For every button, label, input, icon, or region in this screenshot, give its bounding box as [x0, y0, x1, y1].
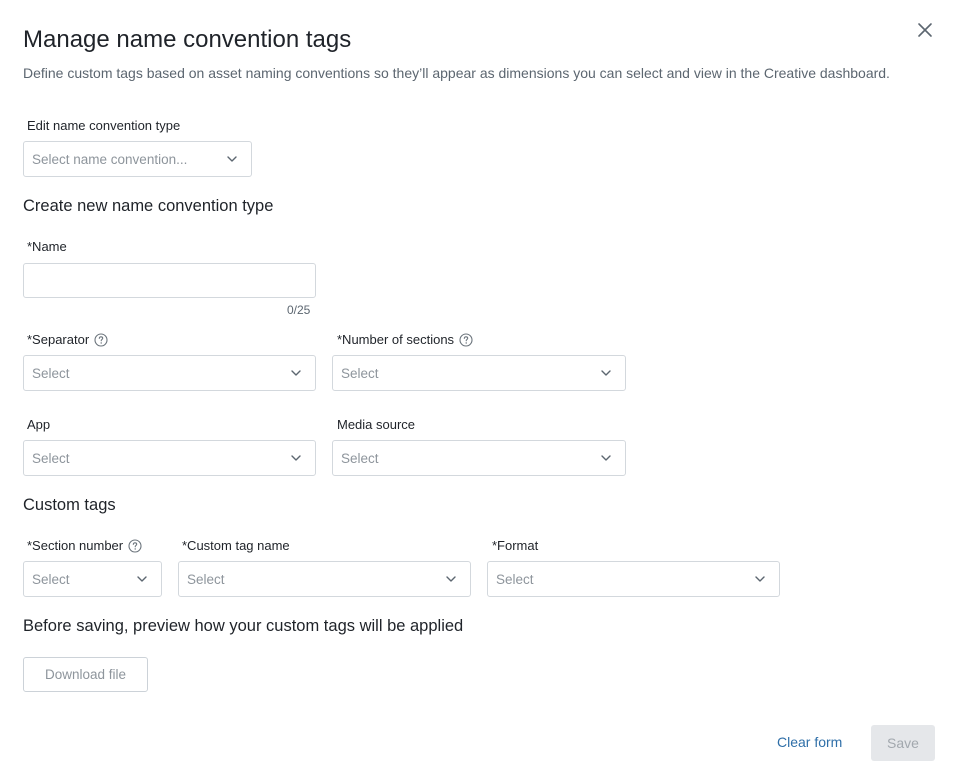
- edit-type-placeholder: Select name convention...: [32, 151, 188, 167]
- chevron-down-icon: [600, 367, 612, 379]
- format-label: *Format: [492, 538, 539, 553]
- preview-title: Before saving, preview how your custom t…: [23, 617, 464, 635]
- create-section-title: Create new name convention type: [23, 197, 274, 215]
- chevron-down-icon: [445, 573, 457, 585]
- app-value: Select: [32, 450, 70, 466]
- tag-name-label: *Custom tag name: [182, 538, 290, 553]
- section-number-select[interactable]: Select: [23, 561, 162, 597]
- name-label: *Name: [27, 239, 67, 254]
- sections-select[interactable]: Select: [332, 355, 626, 391]
- format-value: Select: [496, 571, 534, 587]
- help-icon[interactable]: [94, 332, 108, 347]
- media-source-label: Media source: [337, 417, 416, 432]
- app-label: App: [27, 417, 51, 432]
- separator-label-row: *Separator: [27, 332, 108, 347]
- sections-value: Select: [341, 365, 379, 381]
- chevron-down-icon: [290, 367, 302, 379]
- edit-type-label: Edit name convention type: [27, 118, 181, 133]
- dialog-title: Manage name convention tags: [23, 26, 352, 53]
- dialog-description: Define custom tags based on asset naming…: [23, 65, 890, 81]
- custom-tags-title: Custom tags: [23, 496, 116, 514]
- tag-name-value: Select: [187, 571, 225, 587]
- help-icon[interactable]: [128, 538, 142, 553]
- chevron-down-icon: [136, 573, 148, 585]
- format-select[interactable]: Select: [487, 561, 780, 597]
- close-button[interactable]: [914, 19, 936, 41]
- separator-value: Select: [32, 365, 70, 381]
- section-number-label-row: *Section number: [27, 538, 142, 553]
- separator-select[interactable]: Select: [23, 355, 316, 391]
- clear-form-link[interactable]: Clear form: [777, 734, 842, 750]
- sections-label: *Number of sections: [337, 332, 455, 347]
- media-source-value: Select: [341, 450, 379, 466]
- section-number-value: Select: [32, 571, 70, 587]
- name-input[interactable]: [23, 263, 316, 298]
- help-icon[interactable]: [459, 332, 473, 347]
- name-char-counter: 0/25: [287, 303, 311, 317]
- save-button[interactable]: Save: [871, 725, 935, 761]
- chevron-down-icon: [290, 452, 302, 464]
- separator-label: *Separator: [27, 332, 90, 347]
- app-select[interactable]: Select: [23, 440, 316, 476]
- tag-name-select[interactable]: Select: [178, 561, 471, 597]
- chevron-down-icon: [226, 153, 238, 165]
- chevron-down-icon: [600, 452, 612, 464]
- chevron-down-icon: [754, 573, 766, 585]
- sections-label-row: *Number of sections: [337, 332, 473, 347]
- close-icon: [918, 23, 932, 37]
- download-file-button[interactable]: Download file: [23, 657, 148, 692]
- media-source-select[interactable]: Select: [332, 440, 626, 476]
- edit-type-select[interactable]: Select name convention...: [23, 141, 252, 177]
- section-number-label: *Section number: [27, 538, 124, 553]
